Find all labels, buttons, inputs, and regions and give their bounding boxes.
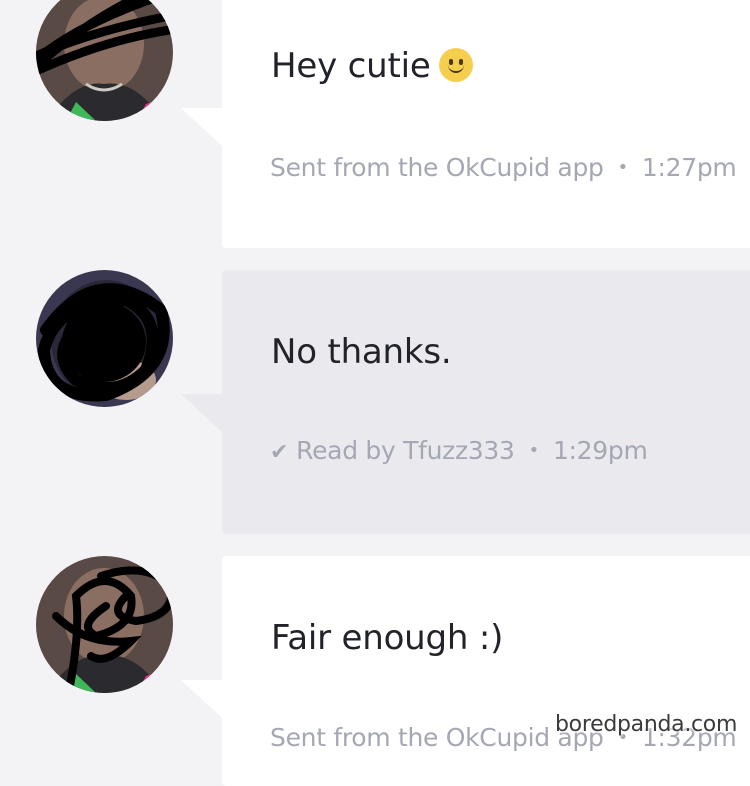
sent-from-label: Sent from the OkCupid app xyxy=(270,153,604,182)
message-bubble: Hey cutie Sent from the OkCupid app • 1:27… xyxy=(222,0,750,248)
message-thread: Hey cutie Sent from the OkCupid app • 1:27… xyxy=(0,0,750,786)
timestamp: 1:27pm xyxy=(641,153,737,182)
checkmark-icon: ✔ xyxy=(270,440,289,465)
message-text: No thanks. xyxy=(271,332,452,372)
avatar[interactable] xyxy=(36,556,173,693)
message-bubble: No thanks. ✔ Read by Tfuzz333 • 1:29pm xyxy=(222,270,750,534)
message-bubble: Fair enough :) Sent from the OkCupid app… xyxy=(222,556,750,786)
read-by-label: Read by Tfuzz333 xyxy=(296,436,515,465)
smiley-emoji-icon xyxy=(438,48,473,82)
watermark: boredpanda.com xyxy=(555,712,738,737)
message-text: Fair enough :) xyxy=(271,618,504,658)
message-meta: ✔ Read by Tfuzz333 • 1:29pm xyxy=(270,436,648,465)
bubble-tail xyxy=(181,394,222,432)
separator-dot: • xyxy=(528,440,540,461)
separator-dot: • xyxy=(617,157,629,178)
sent-from-label: Sent from the OkCupid app xyxy=(270,723,604,752)
message-text: Hey cutie xyxy=(271,46,473,86)
scribble-redaction xyxy=(36,0,173,77)
scribble-redaction xyxy=(52,566,173,693)
message-meta: Sent from the OkCupid app • 1:27pm xyxy=(270,153,737,182)
avatar[interactable] xyxy=(36,270,173,407)
bubble-tail xyxy=(181,680,222,718)
bubble-tail xyxy=(181,108,222,146)
scribble-redaction xyxy=(37,283,170,402)
avatar[interactable] xyxy=(36,0,173,121)
timestamp: 1:29pm xyxy=(552,436,648,465)
